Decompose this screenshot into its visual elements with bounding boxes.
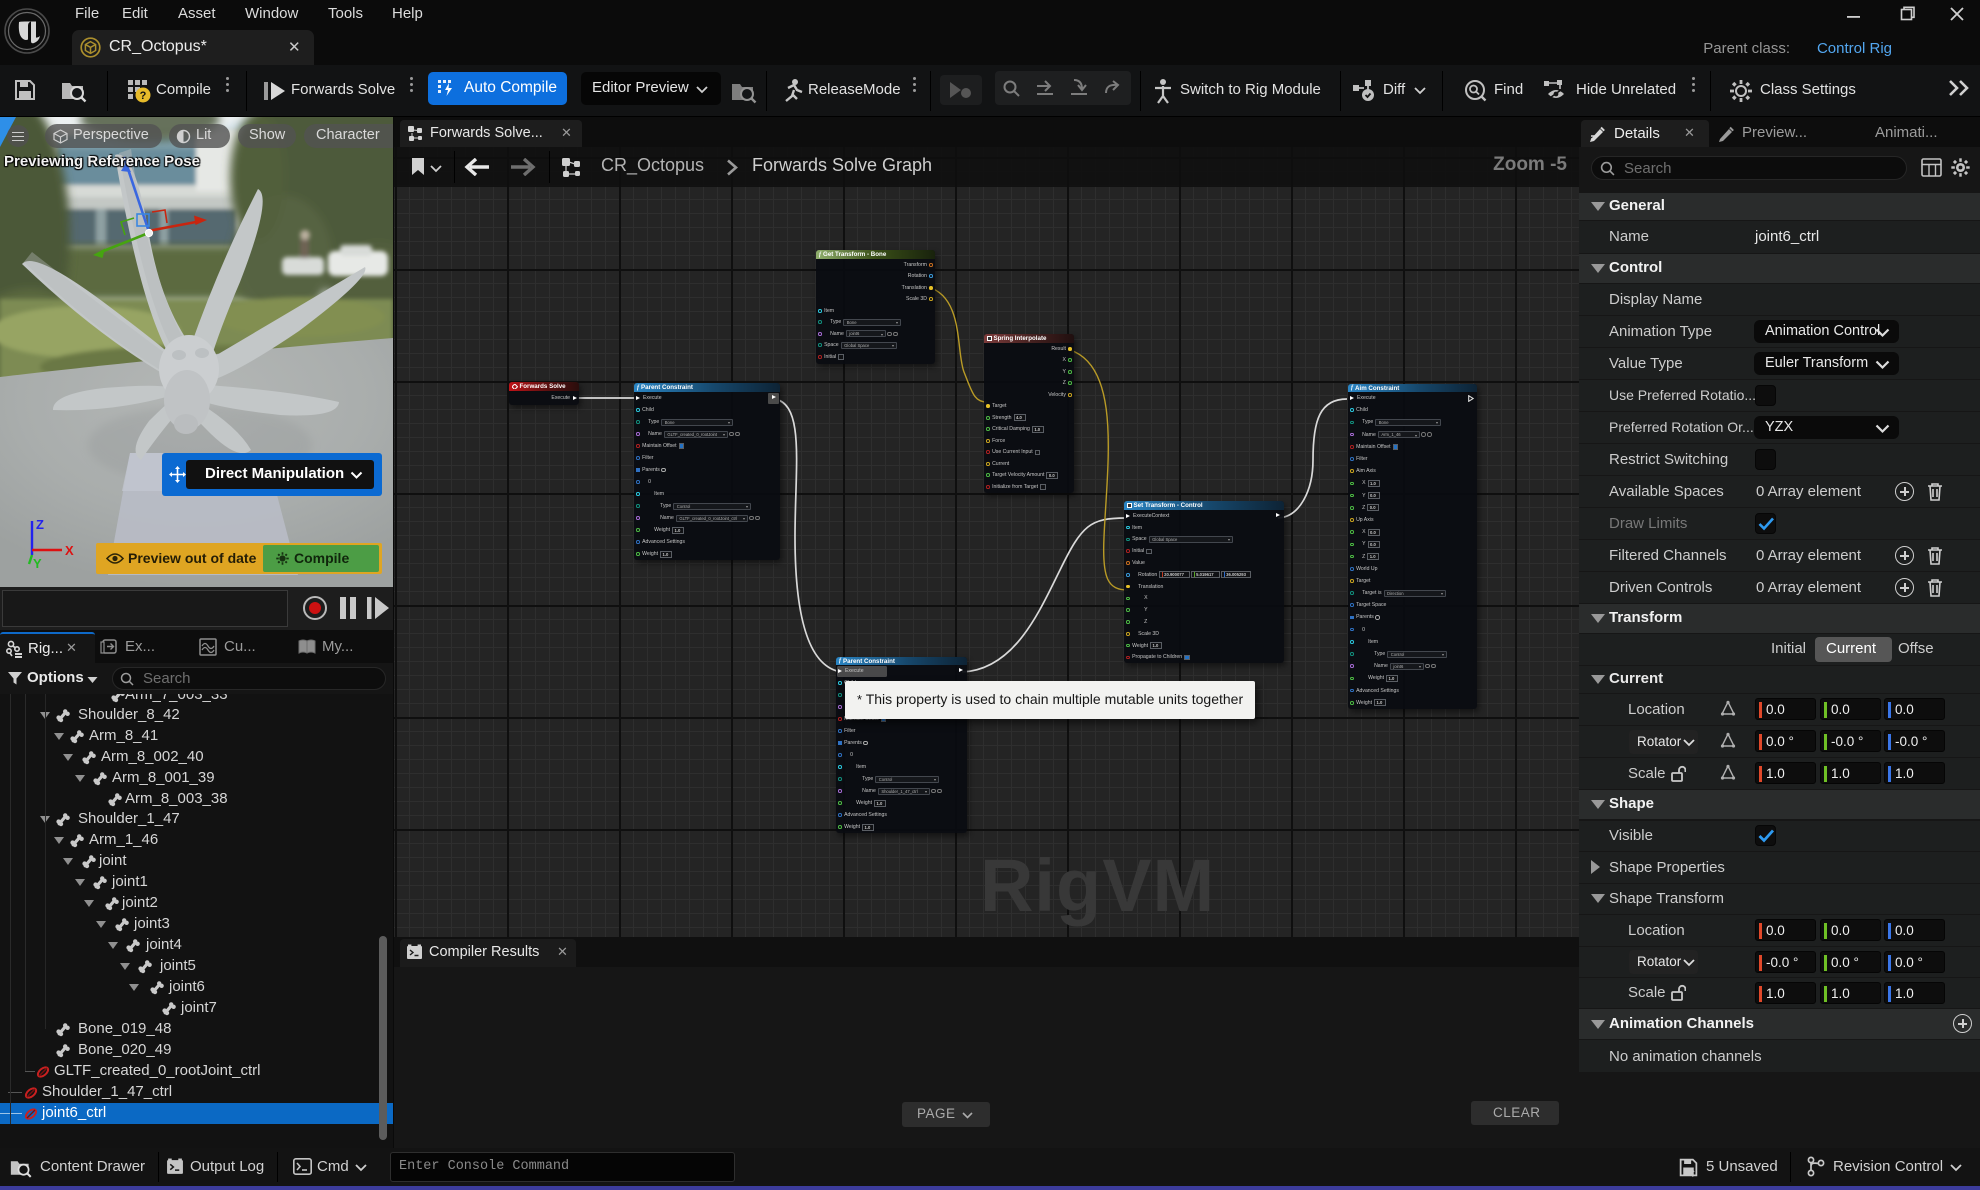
svg-text:Y: Y [33,556,42,571]
svg-text:?: ? [140,90,147,102]
svg-text:X: X [65,543,74,558]
svg-text:Z: Z [36,517,44,532]
